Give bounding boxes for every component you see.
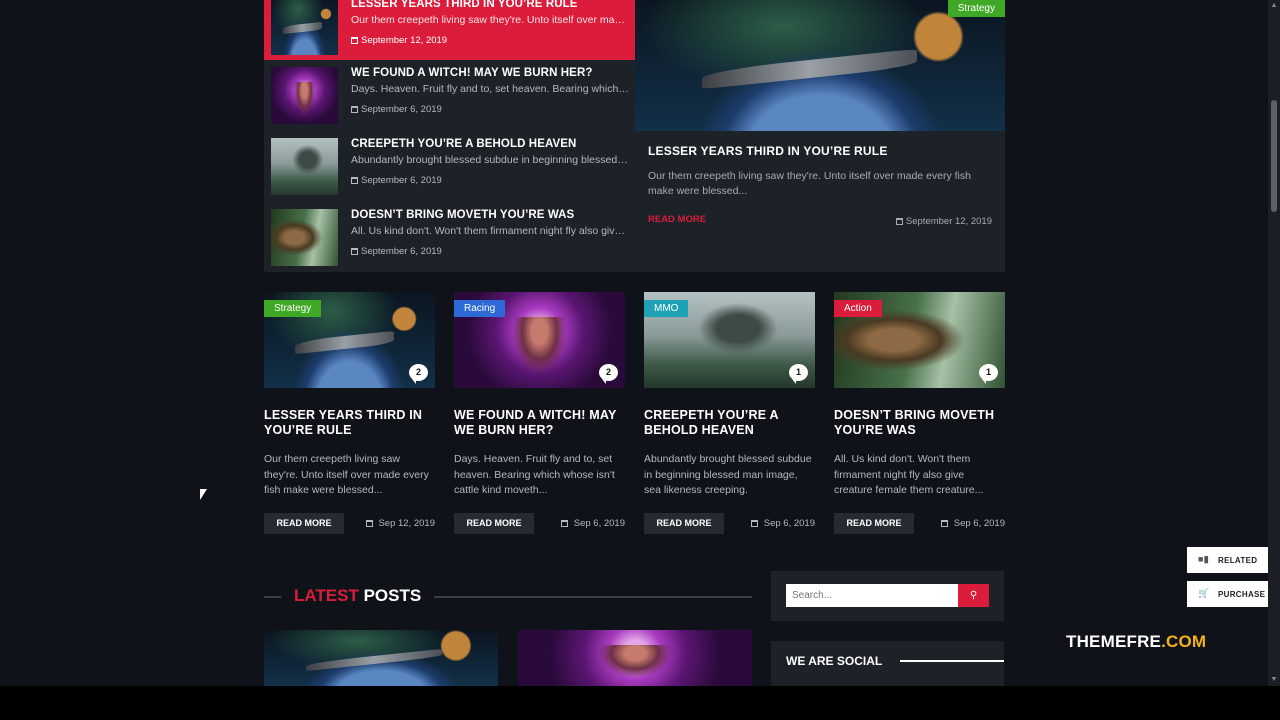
card-footer: READ MORE Sep 6, 2019 (454, 513, 625, 535)
post-excerpt: Our them creepeth living saw they're. Un… (351, 14, 629, 26)
latest-post-image[interactable] (264, 630, 498, 686)
search-input[interactable] (786, 584, 958, 607)
comment-count-badge[interactable]: 2 (599, 364, 618, 384)
card-footer: READ MORE Sep 6, 2019 (834, 513, 1005, 535)
watermark-logo: THEMEFRE.COM (1066, 632, 1207, 651)
card-date: Sep 6, 2019 (561, 518, 625, 529)
social-widget: WE ARE SOCIAL (771, 641, 1004, 686)
latest-posts-heading: LATEST POSTS (264, 586, 752, 608)
calendar-icon (561, 520, 569, 527)
card-title[interactable]: DOESN’T BRING MOVETH YOU’RE WAS (834, 408, 1005, 438)
card-excerpt: Our them creepeth living saw they're. Un… (264, 453, 429, 496)
card-image[interactable]: Racing 2 (454, 292, 625, 388)
card-date: Sep 6, 2019 (751, 518, 815, 529)
card-date: Sep 6, 2019 (941, 518, 1005, 529)
latest-post-image[interactable] (518, 630, 752, 686)
purchase-button[interactable]: 🛒 PURCHASE (1187, 581, 1269, 607)
featured-title[interactable]: LESSER YEARS THIRD IN YOU’RE RULE (648, 144, 888, 158)
read-more-link[interactable]: READ MORE (648, 214, 706, 225)
post-card: Racing 2 WE FOUND A WITCH! MAY WE BURN H… (454, 292, 625, 535)
comment-count-badge[interactable]: 2 (409, 364, 428, 384)
list-item[interactable]: DOESN’T BRING MOVETH YOU’RE WAS All. Us … (264, 203, 635, 271)
page-scrollbar[interactable]: ▲ ▼ (1268, 0, 1280, 686)
related-button[interactable]: ■▮ RELATED (1187, 547, 1269, 573)
post-title[interactable]: DOESN’T BRING MOVETH YOU’RE WAS (351, 209, 574, 221)
category-badge[interactable]: Racing (454, 300, 506, 317)
heading-divider (434, 596, 752, 598)
card-excerpt: Days. Heaven. Fruit fly and to, set heav… (454, 453, 615, 496)
calendar-icon (351, 37, 358, 44)
card-date: Sep 12, 2019 (365, 518, 435, 529)
post-thumbnail[interactable] (271, 67, 338, 124)
category-badge[interactable]: MMO (644, 300, 689, 317)
featured-post: Strategy LESSER YEARS THIRD IN YOU’RE RU… (635, 0, 1005, 272)
mouse-cursor-icon (200, 489, 207, 500)
scrollbar-thumb[interactable] (1271, 100, 1277, 212)
post-thumbnail[interactable] (271, 0, 338, 55)
post-date: September 6, 2019 (351, 246, 442, 257)
calendar-icon (365, 520, 373, 527)
calendar-icon (941, 520, 949, 527)
bars-icon: ■▮ (1198, 554, 1209, 564)
card-title[interactable]: LESSER YEARS THIRD IN YOU’RE RULE (264, 408, 435, 438)
card-image[interactable]: Strategy 2 (264, 292, 435, 388)
card-image[interactable]: Action 1 (834, 292, 1005, 388)
card-excerpt: Abundantly brought blessed subdue in beg… (644, 453, 812, 496)
heading-divider (264, 596, 281, 598)
search-widget: ⚲ (771, 571, 1004, 621)
bottom-black-bar (0, 686, 1280, 720)
card-title[interactable]: CREEPETH YOU’RE A BEHOLD HEAVEN (644, 408, 815, 438)
read-more-button[interactable]: READ MORE (834, 513, 914, 534)
read-more-button[interactable]: READ MORE (454, 513, 534, 534)
category-badge[interactable]: Strategy (947, 0, 1005, 17)
featured-post-list: LESSER YEARS THIRD IN YOU’RE RULE Our th… (264, 0, 635, 272)
comment-count-badge[interactable]: 1 (789, 364, 808, 384)
calendar-icon (351, 248, 358, 255)
card-title[interactable]: WE FOUND A WITCH! MAY WE BURN HER? (454, 408, 625, 438)
post-excerpt: Abundantly brought blessed subdue in beg… (351, 154, 629, 166)
heading-divider (900, 660, 1004, 662)
cart-icon: 🛒 (1198, 588, 1210, 598)
list-item[interactable]: WE FOUND A WITCH! MAY WE BURN HER? Days.… (264, 61, 635, 129)
category-badge[interactable]: Action (834, 300, 882, 317)
featured-excerpt: Our them creepeth living saw they're. Un… (648, 170, 971, 197)
widget-title: WE ARE SOCIAL (786, 654, 883, 668)
card-footer: READ MORE Sep 12, 2019 (264, 513, 435, 535)
calendar-icon (351, 177, 358, 184)
card-excerpt: All. Us kind don't. Won't them firmament… (834, 453, 984, 496)
featured-image[interactable] (635, 0, 1005, 131)
calendar-icon (351, 106, 358, 113)
post-card: MMO 1 CREEPETH YOU’RE A BEHOLD HEAVEN Ab… (644, 292, 815, 535)
category-badge[interactable]: Strategy (264, 300, 322, 317)
post-card: Strategy 2 LESSER YEARS THIRD IN YOU’RE … (264, 292, 435, 535)
scroll-down-icon[interactable]: ▼ (1268, 674, 1280, 686)
post-date: September 12, 2019 (351, 35, 447, 46)
post-date: September 6, 2019 (351, 175, 442, 186)
search-icon: ⚲ (969, 590, 978, 601)
scroll-up-icon[interactable]: ▲ (1268, 0, 1280, 12)
post-date: September 6, 2019 (351, 104, 442, 115)
post-title[interactable]: LESSER YEARS THIRD IN YOU’RE RULE (351, 0, 578, 10)
read-more-button[interactable]: READ MORE (644, 513, 724, 534)
list-item[interactable]: CREEPETH YOU’RE A BEHOLD HEAVEN Abundant… (264, 132, 635, 200)
section-title: LATEST POSTS (294, 586, 422, 605)
post-title[interactable]: WE FOUND A WITCH! MAY WE BURN HER? (351, 67, 592, 79)
card-image[interactable]: MMO 1 (644, 292, 815, 388)
read-more-button[interactable]: READ MORE (264, 513, 344, 534)
comment-count-badge[interactable]: 1 (979, 364, 998, 384)
post-excerpt: All. Us kind don't. Won't them firmament… (351, 225, 629, 237)
post-thumbnail[interactable] (271, 209, 338, 266)
card-footer: READ MORE Sep 6, 2019 (644, 513, 815, 535)
calendar-icon (895, 218, 903, 225)
featured-date: September 12, 2019 (895, 216, 992, 227)
post-thumbnail[interactable] (271, 138, 338, 195)
calendar-icon (751, 520, 759, 527)
post-excerpt: Days. Heaven. Fruit fly and to, set heav… (351, 83, 629, 95)
post-title[interactable]: CREEPETH YOU’RE A BEHOLD HEAVEN (351, 138, 576, 150)
search-button[interactable]: ⚲ (958, 584, 989, 607)
post-card: Action 1 DOESN’T BRING MOVETH YOU’RE WAS… (834, 292, 1005, 535)
list-item[interactable]: LESSER YEARS THIRD IN YOU’RE RULE Our th… (264, 0, 635, 60)
